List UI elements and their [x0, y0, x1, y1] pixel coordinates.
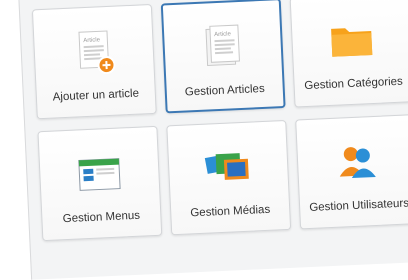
menus-tile[interactable]: Gestion Menus	[37, 125, 163, 242]
media-icon	[199, 140, 257, 198]
menus-label: Gestion Menus	[62, 209, 141, 226]
users-icon	[328, 135, 386, 193]
svg-text:Article: Article	[83, 37, 101, 44]
media-label: Gestion Médias	[190, 203, 271, 220]
articles-tile[interactable]: Article Gestion Articles	[160, 0, 286, 114]
svg-text:Article: Article	[214, 31, 232, 38]
media-tile[interactable]: Gestion Médias	[166, 119, 292, 236]
control-panel: Article Ajouter un article Article Gesti…	[18, 0, 408, 280]
users-label: Gestion Utilisateurs	[309, 197, 408, 215]
users-tile[interactable]: Gestion Utilisateurs	[295, 114, 408, 230]
categories-label: Gestion Catégories	[304, 75, 404, 93]
menu-window-icon	[70, 146, 128, 204]
folder-icon	[322, 13, 380, 71]
categories-tile[interactable]: Gestion Catégories	[289, 0, 408, 108]
articles-label: Gestion Articles	[184, 82, 265, 99]
add-article-tile[interactable]: Article Ajouter un article	[31, 3, 157, 120]
add-article-icon: Article	[65, 24, 123, 82]
add-article-label: Ajouter un article	[52, 87, 140, 104]
articles-icon: Article	[194, 20, 252, 78]
